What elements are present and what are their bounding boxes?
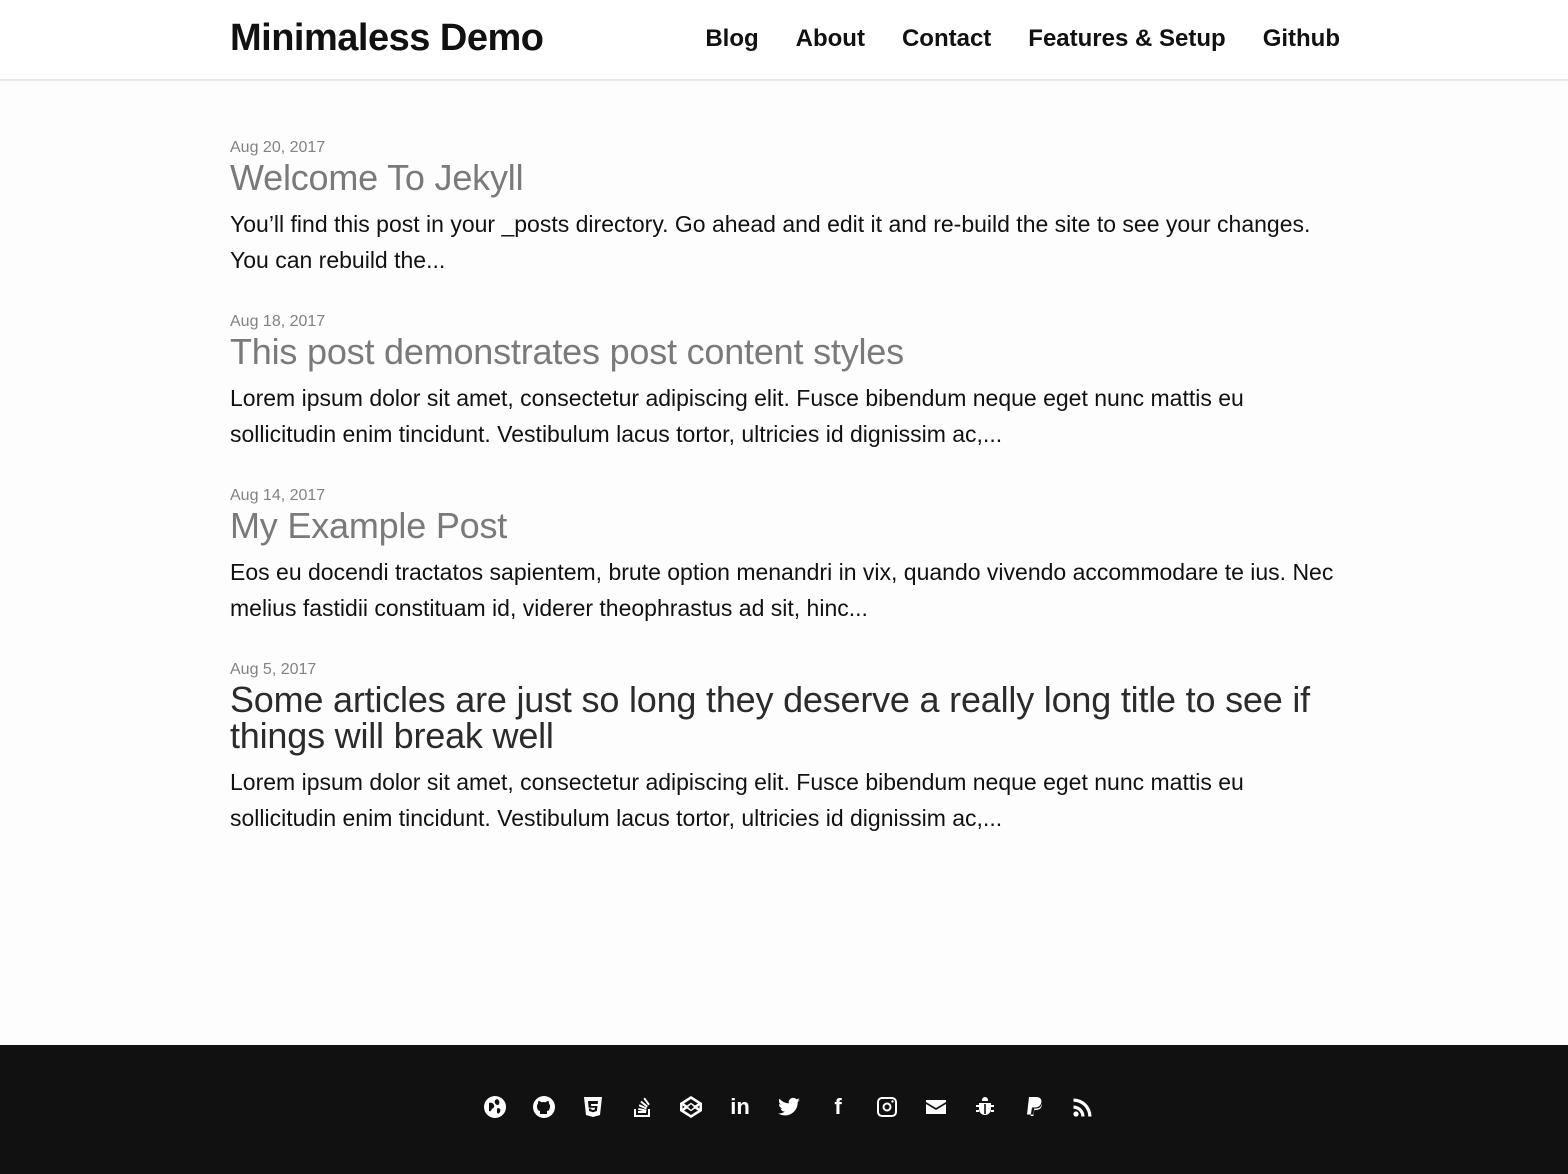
nav-about[interactable]: About [796,24,865,54]
twitter-icon[interactable] [774,1092,804,1122]
post-date: Aug 5, 2017 [230,661,317,678]
social-links: in f [480,1092,1117,1122]
bug-icon[interactable] [970,1092,1000,1122]
nav-features-setup[interactable]: Features & Setup [1028,24,1225,54]
linkedin-icon[interactable]: in [725,1092,755,1122]
site-header: Minimaless Demo Blog About Contact Featu… [0,0,1568,81]
post-excerpt: Eos eu docendi tractatos sapientem, brut… [230,559,1334,621]
post-date: Aug 14, 2017 [230,487,326,504]
email-icon[interactable] [921,1092,951,1122]
post-list: Aug 20, 2017 Welcome To Jekyll You’ll fi… [230,138,1340,870]
instagram-icon[interactable] [872,1092,902,1122]
post-item: Aug 5, 2017 Some articles are just so lo… [230,660,1340,836]
post-excerpt: You’ll find this post in your _posts dir… [230,211,1311,273]
html5-icon[interactable] [578,1092,608,1122]
post-excerpt: Lorem ipsum dolor sit amet, consectetur … [230,769,1244,831]
nav-blog[interactable]: Blog [705,24,758,54]
post-date: Aug 18, 2017 [230,313,326,330]
post-title-link[interactable]: This post demonstrates post content styl… [230,334,1340,370]
facebook-icon[interactable]: f [823,1092,853,1122]
post-title-link[interactable]: Some articles are just so long they dese… [230,682,1340,754]
post-excerpt: Lorem ipsum dolor sit amet, consectetur … [230,385,1244,447]
post-item: Aug 14, 2017 My Example Post Eos eu doce… [230,486,1340,626]
paypal-icon[interactable] [1019,1092,1049,1122]
stackoverflow-icon[interactable] [627,1092,657,1122]
post-date: Aug 20, 2017 [230,139,326,156]
codepen-icon[interactable] [676,1092,706,1122]
post-item: Aug 20, 2017 Welcome To Jekyll You’ll fi… [230,138,1340,278]
rss-icon[interactable] [1068,1092,1098,1122]
github-icon[interactable] [529,1092,559,1122]
globe-icon[interactable] [480,1092,510,1122]
nav-contact[interactable]: Contact [902,24,991,54]
site-title-link[interactable]: Minimaless Demo [230,16,544,60]
post-item: Aug 18, 2017 This post demonstrates post… [230,312,1340,452]
post-title-link[interactable]: My Example Post [230,508,1340,544]
post-title-link[interactable]: Welcome To Jekyll [230,160,1340,196]
nav-github[interactable]: Github [1263,24,1340,54]
main-nav: Blog About Contact Features & Setup Gith… [668,24,1340,54]
